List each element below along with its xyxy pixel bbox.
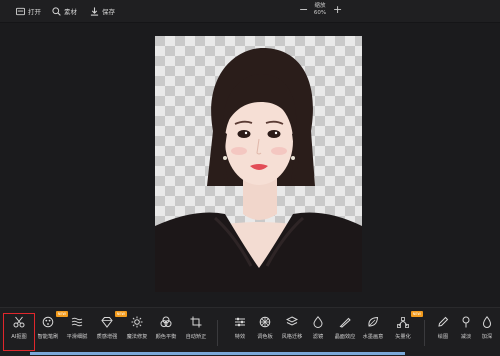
open-label: 打开 (28, 8, 41, 16)
tool-label: 智能笔刷 (37, 334, 59, 340)
vector-icon (397, 317, 409, 328)
tool-smooth[interactable]: 平滑细腻 (62, 314, 92, 350)
tool-vectorize[interactable]: NEW 矢量化 (388, 311, 423, 350)
sliders-icon (235, 317, 245, 327)
tool-label: 质感增强 (96, 334, 118, 340)
new-badge: NEW (410, 311, 423, 317)
drop-icon (313, 316, 323, 328)
tool-label: 平滑细腻 (66, 334, 88, 340)
tool-color-balance[interactable]: 颜色平衡 (151, 314, 181, 350)
leaf-icon (368, 316, 379, 327)
palette-icon (259, 316, 271, 328)
smooth-icon (71, 317, 83, 327)
tool-burn[interactable]: 加深 (472, 314, 500, 350)
bottom-toolbar: AI抠图 NEW 智能笔刷 平滑细腻 NEW 质感增强 魔法修复 颜色平衡 自动… (0, 307, 500, 356)
tool-smart-brush[interactable]: NEW 智能笔刷 (33, 311, 68, 350)
material-button[interactable]: 素材 (52, 4, 77, 18)
material-label: 素材 (64, 8, 77, 16)
zoom-out-button[interactable]: − (299, 4, 308, 16)
layers-icon (286, 316, 298, 326)
tool-auto-correct[interactable]: 自动矫正 (181, 314, 211, 350)
material-search-icon (52, 6, 61, 16)
zoom-display: 缩放 60% (309, 3, 331, 17)
tool-magic-repair[interactable]: 魔法修复 (122, 314, 152, 350)
pencil-icon (438, 316, 449, 327)
scissors-icon (13, 316, 25, 328)
zoom-label: 缩放 (314, 3, 326, 9)
tool-label: 加深 (481, 334, 493, 340)
portrait-drawing (155, 48, 362, 292)
tool-ai-cutout[interactable]: AI抠图 (3, 313, 35, 351)
tool-label: 晶面效应 (334, 334, 356, 340)
open-button[interactable]: 打开 (16, 4, 41, 18)
tool-ink-painting[interactable]: 水墨画意 (358, 314, 388, 350)
toolbar-divider (424, 320, 425, 346)
tool-label: AI抠图 (11, 334, 27, 340)
portrait-image[interactable] (155, 36, 362, 292)
tool-label: 矢量化 (395, 334, 411, 340)
tool-label: 颜色平衡 (155, 334, 177, 340)
tool-texture-enhance[interactable]: NEW 质感增强 (92, 311, 127, 350)
folder-open-icon (16, 7, 25, 15)
dodge-icon (462, 316, 470, 328)
tool-palette[interactable]: 调色板 (250, 314, 280, 350)
knife-icon (339, 317, 351, 328)
top-toolbar: 打开 素材 保存 − 缩放 60% + (0, 0, 500, 23)
download-icon (90, 6, 99, 16)
tool-label: 自动矫正 (185, 334, 207, 340)
burn-icon (482, 316, 492, 328)
save-button[interactable]: 保存 (90, 4, 115, 18)
tool-filter[interactable]: 滤镜 (303, 314, 333, 350)
tool-label: 水墨画意 (362, 334, 384, 340)
color-balance-icon (160, 316, 172, 328)
tool-label: 魔法修复 (126, 334, 148, 340)
zoom-in-button[interactable]: + (333, 4, 342, 16)
tool-crystal[interactable]: 晶面效应 (330, 314, 360, 350)
tool-label: 调色板 (257, 334, 273, 340)
tool-label: 滤镜 (312, 334, 324, 340)
diamond-icon (101, 317, 113, 328)
crop-icon (190, 316, 202, 328)
toolbar-divider (217, 320, 218, 346)
smart-brush-icon (42, 316, 54, 328)
zoom-value: 60% (313, 10, 327, 16)
save-label: 保存 (102, 8, 115, 16)
magic-icon (131, 316, 143, 328)
